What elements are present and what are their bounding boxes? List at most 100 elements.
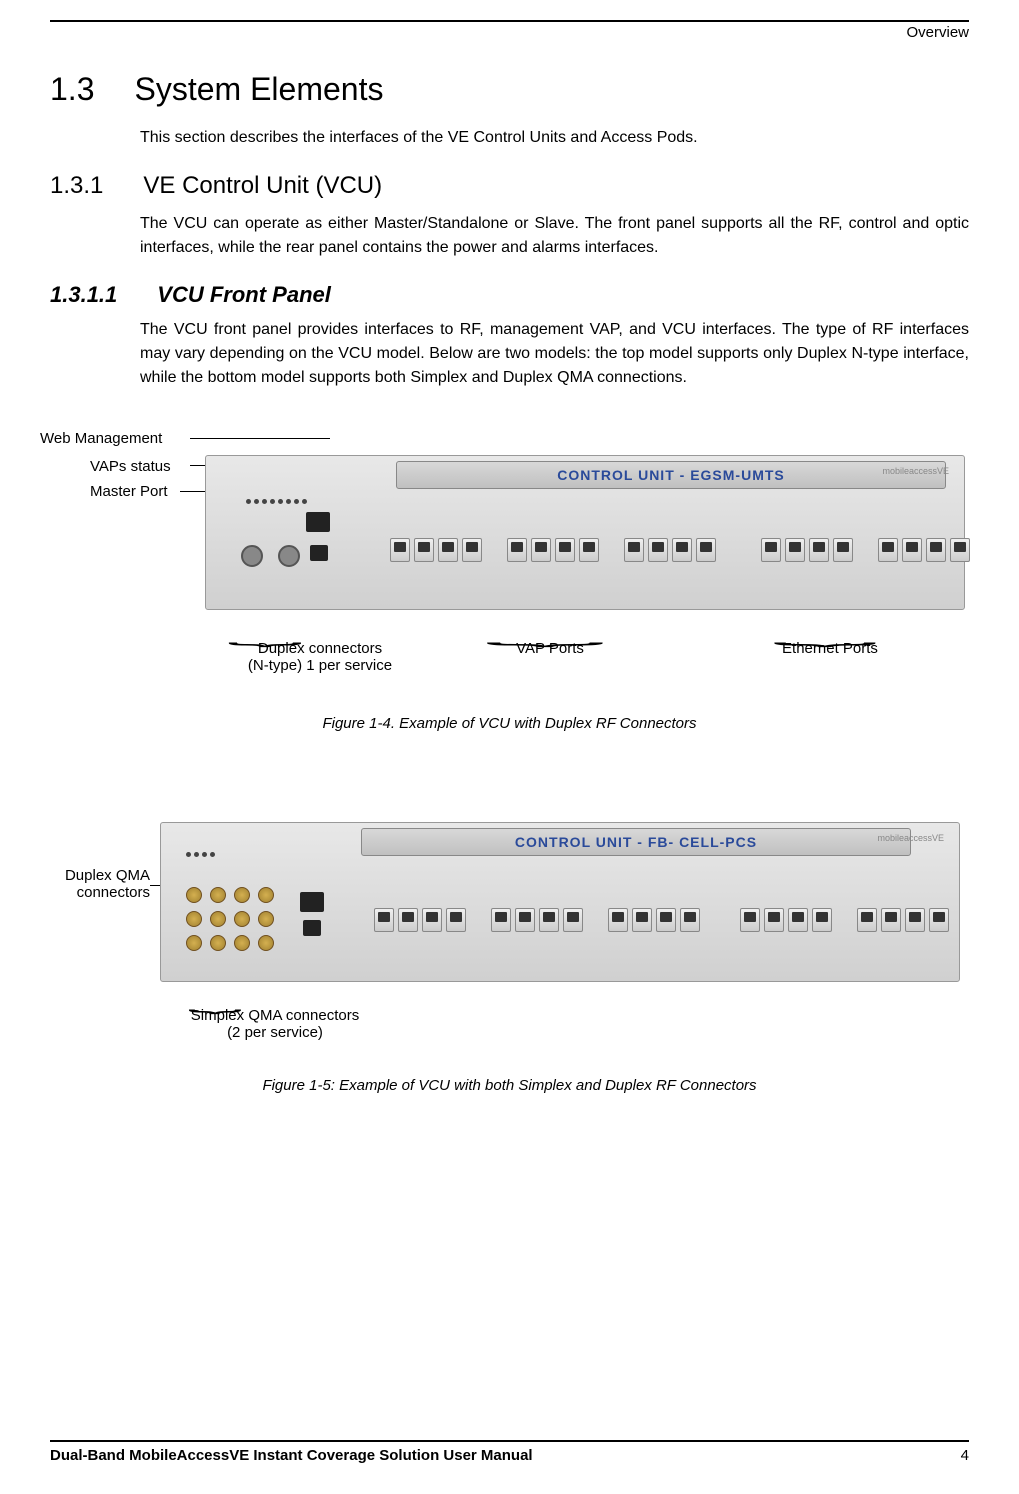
rf-connector-icon (241, 545, 263, 567)
ethernet-port-icon (672, 538, 692, 562)
qma-connector-icon (210, 935, 226, 951)
device-title-bar-2: CONTROL UNIT - FB- CELL-PCS (361, 828, 911, 856)
footer-title: Dual-Band MobileAccessVE Instant Coverag… (50, 1447, 533, 1464)
callout-vap-ports: VAP Ports (490, 640, 610, 657)
ethernet-port-icon (531, 538, 551, 562)
ethernet-port-icon (764, 908, 784, 932)
led-icon (262, 499, 267, 504)
ethernet-port-icon (462, 538, 482, 562)
ethernet-port-icon (624, 538, 644, 562)
ethernet-port-icon (929, 908, 949, 932)
callout-vaps-status: VAPs status (90, 458, 171, 475)
section-header: 1.3 System Elements (50, 71, 969, 108)
figure-2-caption: Figure 1-5: Example of VCU with both Sim… (50, 1077, 969, 1094)
ethernet-port-icon (809, 538, 829, 562)
port-group (740, 908, 832, 932)
qma-connector-icon (210, 887, 226, 903)
section-number: 1.3 (50, 71, 94, 108)
device-logo: mobileaccessVE (882, 466, 949, 476)
port-group (491, 908, 583, 932)
callout-simplex-qma-line1: Simplex QMA connectors (165, 1007, 385, 1024)
callout-duplex-qma-line1: Duplex QMA (40, 867, 150, 884)
callout-duplex-connectors: Duplex connectors (N-type) 1 per service (220, 640, 420, 674)
qma-connector-icon (186, 935, 202, 951)
ethernet-port-icon (761, 538, 781, 562)
status-leds (246, 499, 330, 504)
ethernet-port-icon (414, 538, 434, 562)
ethernet-port-icon (648, 538, 668, 562)
ethernet-port-icon (656, 908, 676, 932)
callout-simplex-qma: Simplex QMA connectors (2 per service) (165, 1007, 385, 1041)
page-footer: Dual-Band MobileAccessVE Instant Coverag… (50, 1440, 969, 1464)
qma-connector-icon (258, 887, 274, 903)
figure-1-container: Web Management VAPs status Master Port (50, 425, 969, 732)
management-port-icon (300, 892, 324, 912)
figure-1-area: Web Management VAPs status Master Port (50, 425, 969, 705)
subsubsection-title: VCU Front Panel (157, 282, 331, 308)
ethernet-port-icon (926, 538, 946, 562)
device-left-panel (216, 466, 330, 599)
qma-connector-icon (210, 911, 226, 927)
device-image-2: CONTROL UNIT - FB- CELL-PCS mobileaccess… (160, 822, 960, 982)
qma-connector-icon (234, 935, 250, 951)
ethernet-port-icon (878, 538, 898, 562)
port-group (507, 538, 599, 562)
led-icon (270, 499, 275, 504)
ethernet-port-icon (905, 908, 925, 932)
subsection-text: The VCU can operate as either Master/Sta… (140, 212, 969, 260)
ethernet-port-icon (902, 538, 922, 562)
figure-1-caption: Figure 1-4. Example of VCU with Duplex R… (50, 715, 969, 732)
ethernet-port-icon (446, 908, 466, 932)
ethernet-port-icon (881, 908, 901, 932)
ethernet-port-icon (398, 908, 418, 932)
callout-duplex-qma: Duplex QMA connectors (40, 867, 150, 901)
callout-web-management: Web Management (40, 430, 162, 447)
qma-connector-icon (258, 935, 274, 951)
ethernet-port-icon (438, 538, 458, 562)
callout-simplex-qma-line2: (2 per service) (165, 1024, 385, 1041)
ethernet-port-icon (608, 908, 628, 932)
vap-port-groups-2 (374, 908, 700, 932)
rf-connectors (241, 545, 300, 567)
port-group (608, 908, 700, 932)
ethernet-port-icon (579, 538, 599, 562)
led-icon (202, 852, 207, 857)
ethernet-port-icon (515, 908, 535, 932)
subsection-title: VE Control Unit (VCU) (143, 172, 382, 200)
figure-2-area: Duplex QMA connectors (50, 812, 969, 1072)
led-icon (254, 499, 259, 504)
ethernet-port-icon (563, 908, 583, 932)
led-icon (302, 499, 307, 504)
port-group (857, 908, 949, 932)
ethernet-port-icon (422, 908, 442, 932)
ethernet-port-icon (632, 908, 652, 932)
ethernet-port-icon (555, 538, 575, 562)
callout-ethernet-ports: Ethernet Ports (760, 640, 900, 657)
section-title: System Elements (134, 71, 383, 108)
callout-duplex-qma-line2: connectors (40, 884, 150, 901)
device-image-1: CONTROL UNIT - EGSM-UMTS mobileaccessVE (205, 455, 965, 610)
ethernet-port-icon (390, 538, 410, 562)
port-group (878, 538, 970, 562)
qma-connector-icon (234, 887, 250, 903)
footer-page-number: 4 (961, 1447, 969, 1464)
led-icon (246, 499, 251, 504)
vap-port-groups (390, 538, 716, 562)
status-leds (186, 852, 324, 857)
subsubsection-number: 1.3.1.1 (50, 282, 117, 308)
header-right-text: Overview (906, 24, 969, 41)
subsection-header: 1.3.1 VE Control Unit (VCU) (50, 172, 969, 200)
callout-duplex-line2: (N-type) 1 per service (220, 657, 420, 674)
subsection-number: 1.3.1 (50, 172, 103, 200)
qma-connector-icon (234, 911, 250, 927)
led-icon (286, 499, 291, 504)
ethernet-port-icon (680, 908, 700, 932)
qma-connector-icon (186, 911, 202, 927)
rf-connector-icon (278, 545, 300, 567)
ethernet-port-groups-2 (740, 908, 949, 932)
led-icon (194, 852, 199, 857)
led-icon (294, 499, 299, 504)
section-intro-text: This section describes the interfaces of… (140, 126, 969, 150)
ethernet-port-icon (788, 908, 808, 932)
led-icon (186, 852, 191, 857)
